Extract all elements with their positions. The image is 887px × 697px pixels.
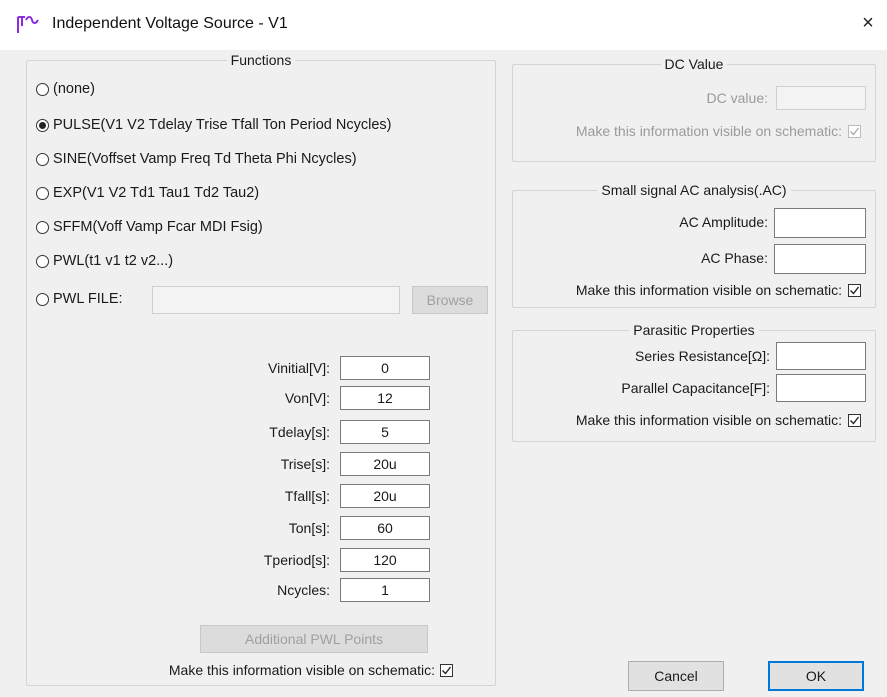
ac-visible-checkbox[interactable] <box>848 284 861 297</box>
additional-pwl-points-button[interactable]: Additional PWL Points <box>200 625 428 653</box>
radio-label: PWL(t1 v1 t2 v2...) <box>53 253 174 269</box>
radio-label: PULSE(V1 V2 Tdelay Trise Tfall Ton Perio… <box>53 117 392 133</box>
ok-button[interactable]: OK <box>768 661 864 691</box>
dc-value-legend: DC Value <box>664 56 724 72</box>
tfall-label: Tfall[s]: <box>284 488 330 504</box>
checkmark-icon <box>850 286 860 295</box>
ncycles-input[interactable]: 1 <box>340 578 430 602</box>
series-resistance-input[interactable] <box>776 342 866 370</box>
checkmark-icon <box>850 416 860 425</box>
radio-pwl-file[interactable]: PWL FILE: <box>36 288 123 310</box>
pwl-file-input[interactable] <box>152 286 400 314</box>
radio-sffm[interactable]: SFFM(Voff Vamp Fcar MDI Fsig) <box>36 216 263 238</box>
functions-visible-checkbox[interactable] <box>440 664 453 677</box>
ac-phase-label: AC Phase: <box>701 250 768 266</box>
functions-legend: Functions <box>230 52 292 68</box>
voltage-source-icon <box>17 16 39 33</box>
radio-none[interactable]: (none) <box>36 78 95 100</box>
dc-value-input[interactable] <box>776 86 866 110</box>
radio-pulse[interactable]: PULSE(V1 V2 Tdelay Trise Tfall Ton Perio… <box>36 114 391 136</box>
ac-analysis-legend: Small signal AC analysis(.AC) <box>601 182 787 198</box>
tdelay-input[interactable]: 5 <box>340 420 430 444</box>
tfall-input[interactable]: 20u <box>340 484 430 508</box>
browse-button[interactable]: Browse <box>412 286 488 314</box>
radio-sine[interactable]: SINE(Voffset Vamp Freq Td Theta Phi Ncyc… <box>36 148 357 170</box>
von-label: Von[V]: <box>284 390 330 406</box>
radio-label: SINE(Voffset Vamp Freq Td Theta Phi Ncyc… <box>53 151 357 167</box>
radio-indicator <box>36 292 49 306</box>
title-bar: Independent Voltage Source - V1 × <box>0 0 887 50</box>
radio-indicator <box>36 118 49 132</box>
series-resistance-label: Series Resistance[Ω]: <box>635 348 770 364</box>
ac-phase-input[interactable] <box>774 244 866 274</box>
close-icon[interactable]: × <box>855 10 881 36</box>
radio-label: EXP(V1 V2 Td1 Tau1 Td2 Tau2) <box>53 185 260 201</box>
parasitic-visible-checkbox[interactable] <box>848 414 861 427</box>
parasitic-legend: Parasitic Properties <box>633 322 755 338</box>
ac-amplitude-input[interactable] <box>774 208 866 238</box>
vinitial-input[interactable]: 0 <box>340 356 430 380</box>
dc-visible-checkbox[interactable] <box>848 125 861 138</box>
dc-value-label: DC value: <box>706 90 768 106</box>
ton-label: Ton[s]: <box>288 520 330 536</box>
tperiod-input[interactable]: 120 <box>340 548 430 572</box>
radio-pwl[interactable]: PWL(t1 v1 t2 v2...) <box>36 250 173 272</box>
radio-indicator <box>36 152 49 166</box>
parallel-capacitance-label: Parallel Capacitance[F]: <box>621 380 770 396</box>
tperiod-label: Tperiod[s]: <box>263 552 330 568</box>
radio-indicator <box>36 254 49 268</box>
window-title: Independent Voltage Source - V1 <box>52 15 288 32</box>
radio-label: (none) <box>53 81 95 97</box>
checkmark-icon <box>850 127 860 136</box>
ton-input[interactable]: 60 <box>340 516 430 540</box>
vinitial-label: Vinitial[V]: <box>268 360 330 376</box>
trise-input[interactable]: 20u <box>340 452 430 476</box>
dc-visible-label: Make this information visible on schemat… <box>575 123 842 139</box>
radio-label: PWL FILE: <box>53 291 123 307</box>
radio-indicator <box>36 220 49 234</box>
ncycles-label: Ncycles: <box>277 582 330 598</box>
parallel-capacitance-input[interactable] <box>776 374 866 402</box>
radio-indicator <box>36 82 49 96</box>
ac-visible-label: Make this information visible on schemat… <box>575 282 842 298</box>
radio-exp[interactable]: EXP(V1 V2 Td1 Tau1 Td2 Tau2) <box>36 182 259 204</box>
tdelay-label: Tdelay[s]: <box>269 424 330 440</box>
cancel-button[interactable]: Cancel <box>628 661 724 691</box>
von-input[interactable]: 12 <box>340 386 430 410</box>
parasitic-visible-label: Make this information visible on schemat… <box>575 412 842 428</box>
ac-amplitude-label: AC Amplitude: <box>679 214 768 230</box>
trise-label: Trise[s]: <box>280 456 330 472</box>
radio-indicator <box>36 186 49 200</box>
checkmark-icon <box>442 666 452 675</box>
functions-visible-label: Make this information visible on schemat… <box>168 662 435 678</box>
radio-label: SFFM(Voff Vamp Fcar MDI Fsig) <box>53 219 263 235</box>
